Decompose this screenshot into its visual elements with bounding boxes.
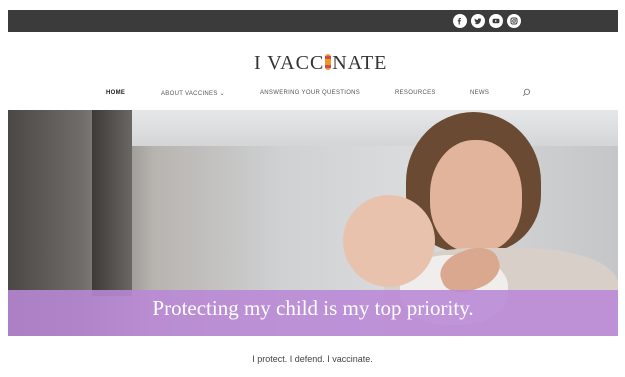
nav-answering-your-questions[interactable]: ANSWERING YOUR QUESTIONS xyxy=(260,90,360,102)
twitter-icon[interactable] xyxy=(471,14,485,28)
bandage-icon xyxy=(325,54,332,70)
logo-text-end: NATE xyxy=(332,52,388,74)
instagram-icon[interactable] xyxy=(507,14,521,28)
site-logo[interactable]: I VACC NATE xyxy=(254,52,387,75)
logo-text-start: I VACC xyxy=(254,52,325,74)
hero-photo-baby-head xyxy=(343,195,435,287)
search-icon[interactable] xyxy=(522,88,531,100)
facebook-icon[interactable] xyxy=(453,14,467,28)
nav-about-vaccines[interactable]: ABOUT VACCINES ⌄ xyxy=(161,90,225,102)
hero-photo-doorframe xyxy=(92,110,132,296)
youtube-icon[interactable] xyxy=(489,14,503,28)
hero-photo-ceiling xyxy=(128,110,618,146)
tagline: I protect. I defend. I vaccinate. xyxy=(252,354,373,364)
hero-photo-mother-face xyxy=(430,140,522,252)
nav-news[interactable]: NEWS xyxy=(470,90,489,102)
nav-home[interactable]: HOME xyxy=(106,90,125,102)
top-social-bar xyxy=(8,10,618,32)
nav-resources[interactable]: RESOURCES xyxy=(395,90,436,102)
hero-banner: Protecting my child is my top priority. xyxy=(8,110,618,336)
hero-headline: Protecting my child is my top priority. xyxy=(152,296,474,320)
